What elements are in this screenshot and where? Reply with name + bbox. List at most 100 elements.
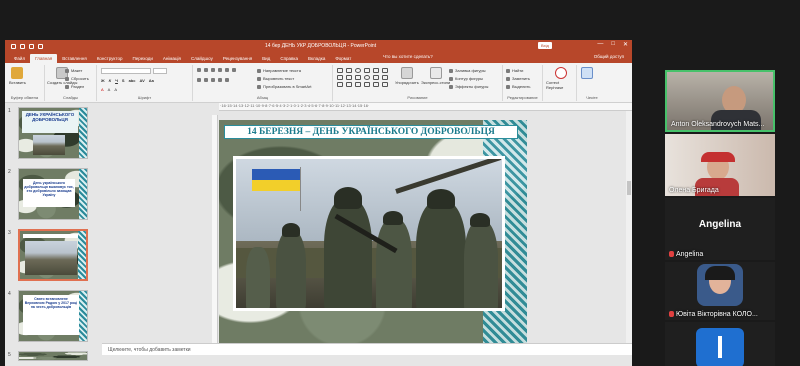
title-bar: 14 бер ДЕНЬ УКР ДОБРОВОЛЬЦЯ - PowerPoint…: [5, 40, 632, 52]
soldiers-photo[interactable]: [233, 156, 505, 311]
group-slides: Создать слайды Макет Сбросить Раздел Сла…: [45, 65, 97, 101]
slide-thumbnail-2[interactable]: День українського добровольця вшановує т…: [18, 168, 88, 220]
signin-button[interactable]: Вхід: [538, 42, 552, 49]
align-text-button[interactable]: Выровнять текст: [257, 76, 294, 81]
participant-name: Anton Oleksandrovych Mats...: [671, 121, 765, 128]
find-button[interactable]: Найти: [506, 68, 523, 73]
slide-thumbnail-1[interactable]: ДЕНЬ УКРАЇНСЬКОГО ДОБРОВОЛЬЦЯ: [18, 107, 88, 159]
reset-button[interactable]: Сбросить: [65, 76, 89, 81]
save-icon[interactable]: [11, 43, 16, 49]
tab-help[interactable]: Справка: [275, 54, 303, 63]
slide-canvas[interactable]: 14 БЕРЕЗНЯ – ДЕНЬ УКРАЇНСЬКОГО ДОБРОВОЛЬ…: [219, 120, 527, 349]
paste-button[interactable]: Вставить: [9, 67, 26, 85]
horizontal-ruler: ·16·15·14·13·12·11·10·9·8·7·6·5·4·3·2·1·…: [219, 103, 632, 111]
shape-effects-icon: [449, 84, 453, 89]
window-controls: — □ ✕: [597, 41, 628, 48]
replace-button[interactable]: Заменить: [506, 76, 530, 81]
document-title: 14 бер ДЕНЬ УКР ДОБРОВОЛЬЦЯ - PowerPoint: [265, 43, 377, 49]
reset-icon: [65, 76, 69, 81]
tab-review[interactable]: Рецензування: [218, 54, 257, 63]
tell-me-search[interactable]: Что вы хотите сделать?: [383, 54, 433, 59]
slide-title[interactable]: 14 БЕРЕЗНЯ – ДЕНЬ УКРАЇНСЬКОГО ДОБРОВОЛЬ…: [224, 125, 518, 139]
shapes-gallery[interactable]: [337, 68, 389, 87]
thumb-number: 4: [8, 291, 11, 297]
quick-styles-button[interactable]: Экспресс-стили: [421, 67, 450, 85]
ribbon-tabs: Файл Главная Вставлення Конструктор Пере…: [5, 52, 632, 63]
group-font: Ж К Ч Sabc AV Aa AAA Шрифт: [97, 65, 193, 101]
participant-video-2[interactable]: Олена Бригада: [665, 134, 775, 196]
thumb-number: 1: [8, 108, 11, 114]
layout-icon: [65, 68, 69, 73]
tab-animation[interactable]: Анімація: [158, 54, 186, 63]
tab-file[interactable]: Файл: [9, 54, 30, 63]
tab-extra[interactable]: Вкладка: [303, 54, 330, 63]
group-paragraph: Направление текста Выровнять текст Преоб…: [193, 65, 333, 101]
thumb-text: ДЕНЬ УКРАЇНСЬКОГО ДОБРОВОЛЬЦЯ: [25, 112, 75, 122]
presentation-icon[interactable]: [38, 43, 43, 49]
slide-thumbnail-5[interactable]: [18, 351, 88, 361]
shape-fill-button[interactable]: Заливка фигуры: [449, 68, 486, 73]
tab-transitions[interactable]: Переходи: [127, 54, 157, 63]
font-format-buttons[interactable]: Ж К Ч Sabc AV Aa: [101, 78, 154, 83]
participant-tile-4[interactable]: Ювіта Вікторівна КОЛО...: [665, 262, 775, 320]
notes-pane[interactable]: Щелкните, чтобы добавить заметки: [102, 343, 632, 355]
list-buttons[interactable]: [197, 68, 236, 72]
vertical-scrollbar[interactable]: [626, 111, 632, 343]
select-button[interactable]: Выделить: [506, 84, 530, 89]
group-label-drawing: Рисование: [407, 95, 428, 100]
thumb-number: 5: [8, 352, 11, 358]
group-drawing: Упорядочить Экспресс-стили Заливка фигур…: [333, 65, 503, 101]
tab-insert[interactable]: Вставлення: [57, 54, 92, 63]
font-family-select[interactable]: [101, 68, 167, 74]
check-icon: [581, 67, 593, 79]
section-button[interactable]: Раздел: [65, 84, 84, 89]
tab-format[interactable]: Формат: [330, 54, 356, 63]
group-clipboard: Вставить Буфер обмена: [5, 65, 45, 101]
tab-design[interactable]: Конструктор: [92, 54, 128, 63]
slide-thumbnails: 1 ДЕНЬ УКРАЇНСЬКОГО ДОБРОВОЛЬЦЯ 2 День у…: [5, 103, 101, 361]
slide-thumbnail-3[interactable]: [18, 229, 88, 281]
tab-view[interactable]: Вид: [257, 54, 275, 63]
smartart-button[interactable]: Преобразовать в SmartArt: [257, 84, 312, 89]
select-icon: [506, 84, 510, 89]
redo-icon[interactable]: [29, 43, 34, 49]
participant-tile-5[interactable]: [665, 322, 775, 366]
paste-icon: [11, 67, 24, 79]
text-direction-icon: [257, 68, 261, 73]
arrange-button[interactable]: Упорядочить: [395, 67, 419, 85]
close-icon[interactable]: ✕: [623, 41, 628, 48]
participant-big-name: Angelina: [698, 219, 742, 230]
mic-muted-icon: [669, 251, 674, 258]
slide-thumbnail-4[interactable]: Свято встановлене Верховною Радою у 2017…: [18, 290, 88, 342]
shape-outline-button[interactable]: Контур фигуры: [449, 76, 483, 81]
share-button[interactable]: Общий доступ: [594, 54, 624, 59]
vertical-ruler: [212, 115, 218, 353]
scrollbar-thumb[interactable]: [627, 181, 631, 195]
minimize-icon[interactable]: —: [597, 41, 603, 48]
arrange-icon: [400, 67, 413, 79]
tab-home[interactable]: Главная: [30, 54, 58, 63]
layout-button[interactable]: Макет: [65, 68, 82, 73]
maximize-icon[interactable]: □: [611, 41, 615, 48]
text-direction-button[interactable]: Направление текста: [257, 68, 301, 73]
group-editing: Найти Заменить Выделить Редактирование: [503, 65, 543, 101]
font-color-buttons[interactable]: AAA: [101, 87, 117, 92]
align-buttons[interactable]: [197, 78, 229, 82]
tab-slideshow[interactable]: Слайдшоу: [186, 54, 218, 63]
participant-initial: [718, 336, 722, 358]
powerpoint-window: 14 бер ДЕНЬ УКР ДОБРОВОЛЬЦЯ - PowerPoint…: [5, 40, 632, 366]
check-button[interactable]: [581, 67, 593, 80]
group-label-check: Чекіте: [586, 95, 598, 100]
group-label-slides: Слайды: [63, 95, 78, 100]
rephrase-button[interactable]: Correct Rephrase: [546, 67, 576, 90]
group-label-paragraph: Абзац: [256, 95, 269, 100]
quick-access-toolbar: [5, 43, 43, 49]
undo-icon[interactable]: [20, 43, 25, 49]
group-rephrase: Correct Rephrase: [543, 65, 577, 101]
ukraine-flag: [252, 169, 300, 191]
section-icon: [65, 84, 69, 89]
shape-effects-button[interactable]: Эффекты фигуры: [449, 84, 488, 89]
shape-fill-icon: [449, 68, 453, 73]
replace-icon: [506, 76, 510, 81]
participant-video-1[interactable]: Anton Oleksandrovych Mats...: [665, 70, 775, 132]
